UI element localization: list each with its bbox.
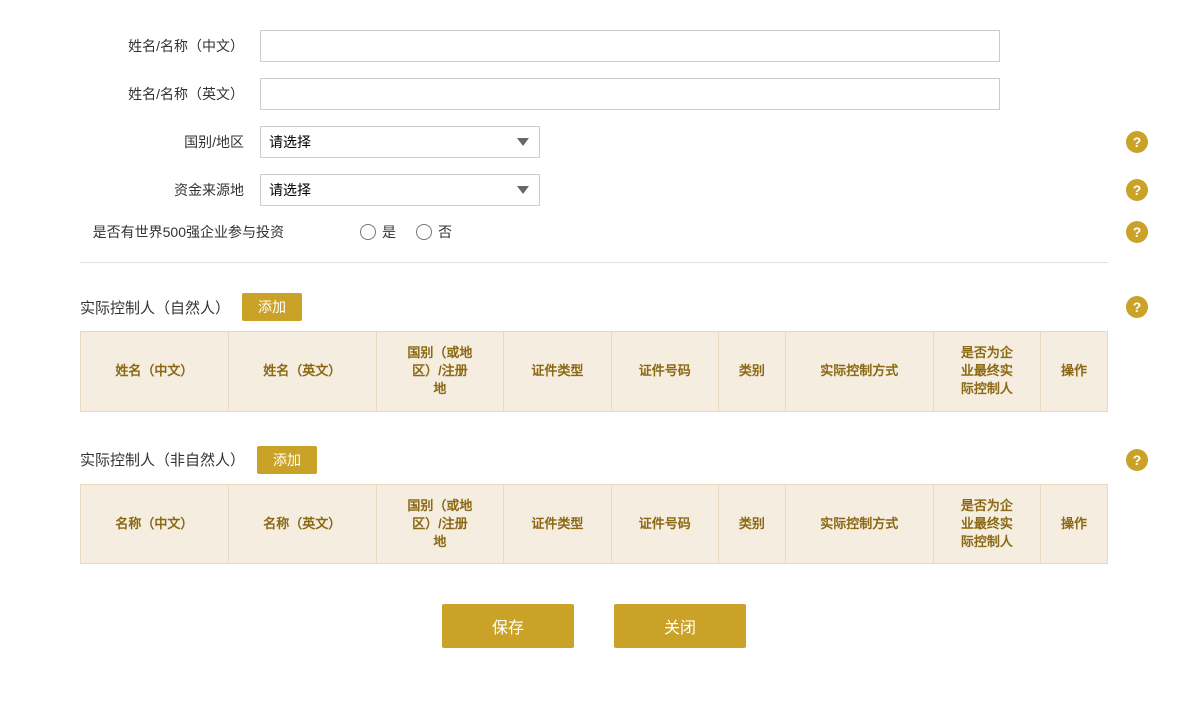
th-natural-name-en: 姓名（英文）: [228, 332, 376, 412]
non-natural-table-header-row: 名称（中文） 名称（英文） 国别（或地区）/注册地 证件类型 证件号码 类别 实…: [81, 484, 1108, 564]
radio-yes[interactable]: [360, 224, 376, 240]
non-natural-help-icon[interactable]: ?: [1126, 449, 1148, 471]
th-non-natural-control-method: 实际控制方式: [785, 484, 933, 564]
th-non-natural-cert-no: 证件号码: [611, 484, 718, 564]
fortune500-help-icon[interactable]: ?: [1126, 221, 1148, 243]
th-non-natural-operation: 操作: [1041, 484, 1108, 564]
radio-yes-label: 是: [382, 222, 396, 242]
fortune500-row: 是否有世界500强企业参与投资 是 否 ?: [80, 222, 1108, 242]
fund-source-label: 资金来源地: [80, 180, 260, 200]
th-non-natural-country: 国别（或地区）/注册地: [376, 484, 504, 564]
non-natural-section: 实际控制人（非自然人） 添加 ? 名称（中文） 名称（英文） 国别（或地区）/注…: [80, 436, 1108, 565]
natural-person-add-btn[interactable]: 添加: [242, 293, 302, 321]
fortune500-label: 是否有世界500强企业参与投资: [80, 222, 300, 242]
th-natural-name-zh: 姓名（中文）: [81, 332, 229, 412]
name-en-label: 姓名/名称（英文）: [80, 84, 260, 104]
name-en-row: 姓名/名称（英文）: [80, 78, 1108, 110]
name-zh-label: 姓名/名称（中文）: [80, 36, 260, 56]
bottom-buttons: 保存 关闭: [80, 604, 1108, 648]
th-natural-cert-no: 证件号码: [611, 332, 718, 412]
name-en-input[interactable]: [260, 78, 1000, 110]
name-zh-row: 姓名/名称（中文）: [80, 30, 1108, 62]
th-non-natural-is-ultimate: 是否为企业最终实际控制人: [933, 484, 1040, 564]
natural-person-header: 实际控制人（自然人） 添加 ?: [80, 283, 1108, 331]
main-form: 姓名/名称（中文） 姓名/名称（英文） 国别/地区 请选择 ? 资金来源地 请选…: [80, 30, 1108, 242]
radio-no[interactable]: [416, 224, 432, 240]
th-non-natural-cert-type: 证件类型: [504, 484, 611, 564]
natural-person-table: 姓名（中文） 姓名（英文） 国别（或地区）/注册地 证件类型 证件号码 类别 实…: [80, 331, 1108, 412]
natural-person-help-icon[interactable]: ?: [1126, 296, 1148, 318]
fortune500-radio-group: 是 否: [360, 222, 452, 242]
th-natural-category: 类别: [718, 332, 785, 412]
close-button[interactable]: 关闭: [614, 604, 746, 648]
country-row: 国别/地区 请选择 ?: [80, 126, 1108, 158]
th-non-natural-category: 类别: [718, 484, 785, 564]
non-natural-add-btn[interactable]: 添加: [257, 446, 317, 474]
th-natural-cert-type: 证件类型: [504, 332, 611, 412]
country-help-icon[interactable]: ?: [1126, 131, 1148, 153]
natural-person-table-header-row: 姓名（中文） 姓名（英文） 国别（或地区）/注册地 证件类型 证件号码 类别 实…: [81, 332, 1108, 412]
th-natural-country: 国别（或地区）/注册地: [376, 332, 504, 412]
radio-no-label: 否: [438, 222, 452, 242]
th-non-natural-name-zh: 名称（中文）: [81, 484, 229, 564]
divider-1: [80, 262, 1108, 263]
radio-yes-option[interactable]: 是: [360, 222, 396, 242]
th-natural-operation: 操作: [1041, 332, 1108, 412]
th-natural-control-method: 实际控制方式: [785, 332, 933, 412]
non-natural-title: 实际控制人（非自然人）: [80, 449, 245, 470]
fund-source-select[interactable]: 请选择: [260, 174, 540, 206]
non-natural-header: 实际控制人（非自然人） 添加 ?: [80, 436, 1108, 484]
name-zh-input[interactable]: [260, 30, 1000, 62]
radio-no-option[interactable]: 否: [416, 222, 452, 242]
country-label: 国别/地区: [80, 132, 260, 152]
th-non-natural-name-en: 名称（英文）: [228, 484, 376, 564]
fund-source-row: 资金来源地 请选择 ?: [80, 174, 1108, 206]
natural-person-section: 实际控制人（自然人） 添加 ? 姓名（中文） 姓名（英文） 国别（或地区）/注册…: [80, 283, 1108, 412]
natural-person-title: 实际控制人（自然人）: [80, 297, 230, 318]
non-natural-table: 名称（中文） 名称（英文） 国别（或地区）/注册地 证件类型 证件号码 类别 实…: [80, 484, 1108, 565]
fund-source-help-icon[interactable]: ?: [1126, 179, 1148, 201]
country-select[interactable]: 请选择: [260, 126, 540, 158]
save-button[interactable]: 保存: [442, 604, 574, 648]
th-natural-is-ultimate: 是否为企业最终实际控制人: [933, 332, 1040, 412]
